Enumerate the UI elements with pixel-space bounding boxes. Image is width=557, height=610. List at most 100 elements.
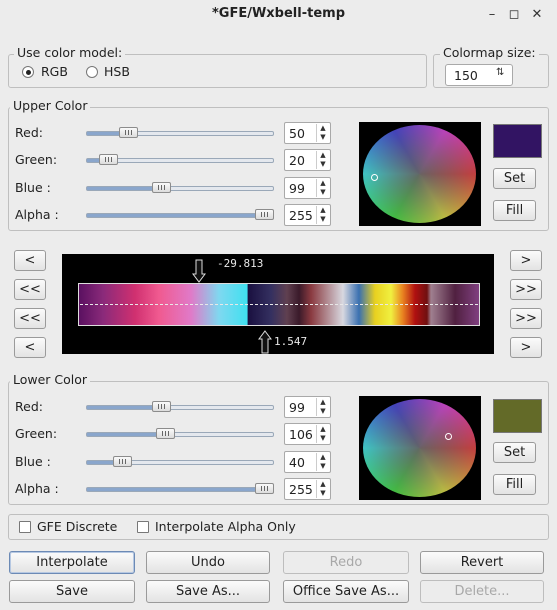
upper-blue-value: 99: [289, 181, 305, 196]
spin-arrows-icon[interactable]: ▲ ▼: [316, 398, 329, 416]
colormap-size-select[interactable]: 150 ⇅: [445, 64, 513, 86]
spin-arrows-icon[interactable]: ▲ ▼: [316, 151, 329, 169]
interpolate-alpha-label[interactable]: Interpolate Alpha Only: [155, 519, 296, 535]
rgb-radio-label[interactable]: RGB: [41, 64, 68, 80]
lower-green-label: Green:: [15, 426, 58, 441]
upper-color-wheel-panel: [359, 122, 481, 226]
upper-red-label: Red:: [15, 125, 43, 140]
upper-green-slider-thumb[interactable]: [99, 154, 118, 165]
upper-alpha-slider-fill: [87, 214, 266, 217]
lower-red-label: Red:: [15, 399, 43, 414]
spin-arrows-icon[interactable]: ▲ ▼: [316, 206, 329, 224]
lower-color-legend: Lower Color: [10, 373, 91, 387]
upper-fill-button[interactable]: Fill: [493, 200, 536, 221]
lower-wheel-marker[interactable]: [445, 433, 452, 440]
hsb-radio[interactable]: [86, 66, 98, 78]
spin-arrows-icon[interactable]: ▲ ▼: [316, 124, 329, 142]
upper-marker-value: -29.813: [217, 257, 264, 270]
save-as-button[interactable]: Save As...: [146, 580, 270, 603]
upper-red-spinbox[interactable]: 50 ▲ ▼: [284, 122, 331, 144]
upper-color-wheel[interactable]: [363, 125, 476, 223]
window-title: *GFE/Wxbell-temp: [211, 6, 345, 21]
updown-chevron-icon: ⇅: [496, 67, 505, 78]
lower-blue-label: Blue :: [15, 454, 51, 469]
colormap-size-legend: Colormap size:: [440, 46, 539, 60]
lower-red-slider-thumb[interactable]: [152, 401, 171, 412]
save-button[interactable]: Save: [9, 580, 135, 603]
minimize-icon[interactable]: –: [485, 8, 499, 22]
colormap-left-button-2[interactable]: <<: [14, 279, 46, 300]
upper-alpha-value: 255: [289, 208, 313, 223]
colormap-right-button-4[interactable]: >: [510, 337, 542, 358]
office-save-as-button[interactable]: Office Save As...: [283, 580, 409, 603]
lower-green-spinbox[interactable]: 106 ▲ ▼: [284, 423, 331, 445]
upper-alpha-slider[interactable]: [86, 213, 274, 218]
upper-color-legend: Upper Color: [10, 99, 91, 113]
lower-red-slider[interactable]: [86, 405, 274, 410]
lower-color-wheel[interactable]: [363, 399, 476, 497]
lower-red-value: 99: [289, 400, 305, 415]
lower-alpha-spinbox[interactable]: 255 ▲ ▼: [284, 478, 331, 500]
delete-button[interactable]: Delete...: [420, 580, 544, 603]
gfe-discrete-checkbox[interactable]: [19, 521, 31, 533]
lower-green-slider[interactable]: [86, 432, 274, 437]
gfe-discrete-label[interactable]: GFE Discrete: [37, 519, 117, 535]
upper-set-button[interactable]: Set: [493, 168, 536, 189]
lower-alpha-slider-thumb[interactable]: [255, 483, 274, 494]
spin-arrows-icon[interactable]: ▲ ▼: [316, 425, 329, 443]
upper-wheel-marker[interactable]: [371, 174, 378, 181]
upper-alpha-slider-thumb[interactable]: [255, 209, 274, 220]
upper-blue-spinbox[interactable]: 99 ▲ ▼: [284, 177, 331, 199]
upper-red-slider-thumb[interactable]: [119, 127, 138, 138]
upper-blue-slider[interactable]: [86, 186, 274, 191]
colormap-right-button-1[interactable]: >: [510, 250, 542, 271]
spin-arrows-icon[interactable]: ▲ ▼: [316, 480, 329, 498]
lower-red-spinbox[interactable]: 99 ▲ ▼: [284, 396, 331, 418]
rgb-radio[interactable]: [22, 66, 34, 78]
colormap-left-button-1[interactable]: <: [14, 250, 46, 271]
upper-blue-slider-thumb[interactable]: [152, 182, 171, 193]
spin-arrows-icon[interactable]: ▲ ▼: [316, 179, 329, 197]
colormap-size-value: 150: [454, 68, 478, 83]
spin-arrows-icon[interactable]: ▲ ▼: [316, 453, 329, 471]
lower-blue-value: 40: [289, 455, 305, 470]
close-icon[interactable]: ✕: [530, 8, 544, 22]
lower-set-button[interactable]: Set: [493, 442, 536, 463]
undo-button[interactable]: Undo: [146, 551, 270, 574]
lower-blue-slider-thumb[interactable]: [113, 456, 132, 467]
colormap-left-button-3[interactable]: <<: [14, 308, 46, 329]
colormap-right-button-3[interactable]: >>: [510, 308, 542, 329]
redo-button[interactable]: Redo: [283, 551, 409, 574]
color-model-legend: Use color model:: [14, 46, 126, 60]
lower-green-value: 106: [289, 427, 313, 442]
interpolate-button[interactable]: Interpolate: [9, 551, 135, 574]
upper-alpha-label: Alpha :: [15, 207, 59, 222]
upper-red-slider[interactable]: [86, 131, 274, 136]
upper-marker-arrow-icon[interactable]: [192, 259, 206, 283]
maximize-icon[interactable]: ◻: [507, 8, 521, 22]
lower-alpha-slider-fill: [87, 488, 266, 491]
upper-color-swatch: [493, 124, 542, 158]
upper-blue-label: Blue :: [15, 180, 51, 195]
upper-red-value: 50: [289, 126, 305, 141]
upper-green-label: Green:: [15, 152, 58, 167]
colormap-midline: [80, 304, 478, 305]
lower-green-slider-thumb[interactable]: [156, 428, 175, 439]
upper-alpha-spinbox[interactable]: 255 ▲ ▼: [284, 204, 331, 226]
lower-marker-arrow-icon[interactable]: [258, 330, 272, 354]
lower-alpha-label: Alpha :: [15, 481, 59, 496]
colormap-left-button-4[interactable]: <: [14, 337, 46, 358]
lower-green-slider-fill: [87, 433, 167, 436]
colormap-panel: -29.813 1.547: [62, 254, 494, 354]
upper-green-spinbox[interactable]: 20 ▲ ▼: [284, 149, 331, 171]
colormap-right-button-2[interactable]: >>: [510, 279, 542, 300]
interpolate-alpha-checkbox[interactable]: [137, 521, 149, 533]
lower-fill-button[interactable]: Fill: [493, 474, 536, 495]
lower-marker-value: 1.547: [274, 335, 308, 348]
lower-blue-spinbox[interactable]: 40 ▲ ▼: [284, 451, 331, 473]
upper-green-value: 20: [289, 153, 305, 168]
hsb-radio-label[interactable]: HSB: [104, 64, 130, 80]
revert-button[interactable]: Revert: [420, 551, 544, 574]
lower-alpha-slider[interactable]: [86, 487, 274, 492]
lower-alpha-value: 255: [289, 482, 313, 497]
